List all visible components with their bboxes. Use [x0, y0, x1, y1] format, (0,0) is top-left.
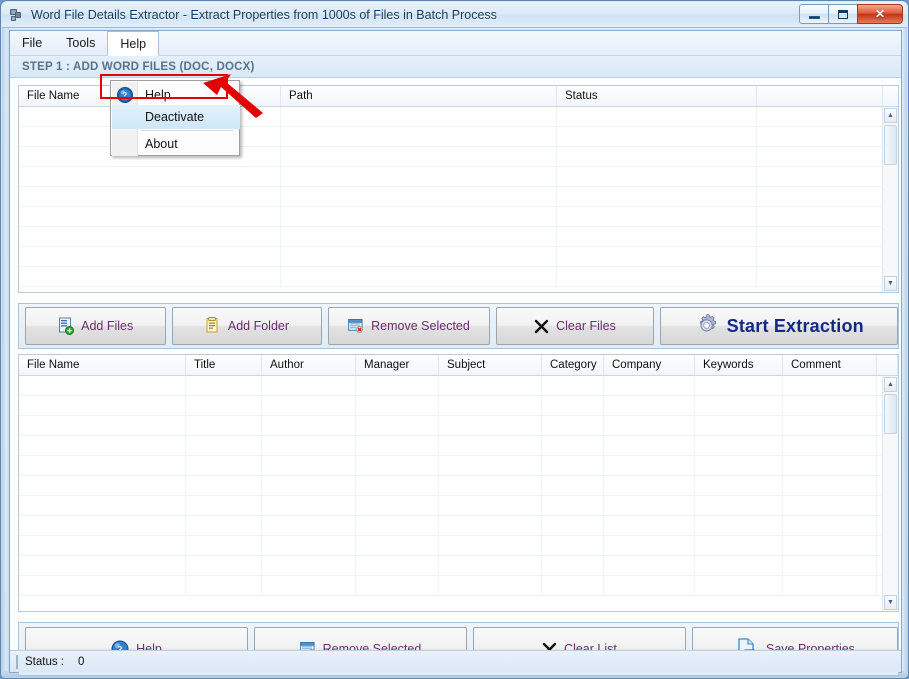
menu-item-deactivate-label: Deactivate: [145, 110, 205, 124]
column-header-path[interactable]: Path: [281, 86, 557, 106]
status-bar: Status : 0: [10, 650, 901, 672]
table-row[interactable]: [19, 187, 898, 207]
file-action-toolbar: Add Files Add Folder Remove Selected Cle…: [18, 303, 899, 349]
add-folder-button[interactable]: Add Folder: [172, 307, 322, 345]
properties-grid-body[interactable]: ▲ ▼: [19, 376, 898, 611]
file-list-scrollbar[interactable]: ▲ ▼: [882, 107, 898, 292]
application-window: Word File Details Extractor - Extract Pr…: [0, 0, 909, 679]
properties-grid[interactable]: File Name Title Author Manager Subject C…: [18, 354, 899, 612]
minimize-button[interactable]: [799, 4, 829, 24]
app-icon: [9, 7, 25, 23]
left-window-edge: [2, 28, 9, 673]
gear-icon: [699, 314, 716, 332]
menu-item-about-label: About: [145, 137, 178, 151]
maximize-icon: [838, 9, 848, 19]
clear-files-label: Clear Files: [556, 319, 616, 333]
column-header-company[interactable]: Company: [604, 355, 695, 375]
client-area: File Tools Help STEP 1 : ADD WORD FILES …: [9, 30, 902, 676]
column-header-filler: [757, 86, 883, 106]
menu-help[interactable]: Help: [107, 31, 160, 56]
start-extraction-button[interactable]: Start Extraction: [659, 307, 898, 345]
start-extraction-label: Start Extraction: [726, 315, 864, 336]
scrollbar-thumb[interactable]: [884, 394, 897, 434]
scroll-down-icon[interactable]: ▼: [884, 276, 897, 291]
scrollbar-thumb[interactable]: [884, 125, 897, 165]
column-header-author[interactable]: Author: [262, 355, 356, 375]
table-row[interactable]: [19, 456, 898, 476]
table-row[interactable]: [19, 267, 898, 287]
clear-icon: [534, 319, 549, 333]
window-controls: ✕: [799, 4, 903, 24]
table-row[interactable]: [19, 247, 898, 267]
menu-bar: File Tools Help: [10, 31, 901, 56]
scroll-up-icon[interactable]: ▲: [884, 377, 897, 392]
column-header-comment[interactable]: Comment: [783, 355, 877, 375]
properties-grid-header: File Name Title Author Manager Subject C…: [19, 355, 898, 376]
menu-item-about[interactable]: About: [112, 131, 240, 157]
status-label: Status :: [25, 655, 64, 668]
remove-selected-icon: [348, 319, 364, 333]
add-files-button[interactable]: Add Files: [25, 307, 167, 345]
annotation-arrow-icon: [203, 74, 263, 118]
add-files-icon: [59, 317, 75, 335]
column-header-title[interactable]: Title: [186, 355, 262, 375]
remove-selected-label: Remove Selected: [371, 319, 470, 333]
table-row[interactable]: [19, 476, 898, 496]
table-row[interactable]: [19, 516, 898, 536]
add-files-label: Add Files: [81, 319, 134, 333]
scroll-down-icon[interactable]: ▼: [884, 595, 897, 610]
table-row[interactable]: [19, 496, 898, 516]
menu-file[interactable]: File: [10, 31, 54, 55]
column-header-manager[interactable]: Manager: [356, 355, 439, 375]
column-header-filler: [877, 355, 898, 375]
minimize-icon: [808, 15, 820, 19]
clear-files-button[interactable]: Clear Files: [496, 307, 654, 345]
window-title: Word File Details Extractor - Extract Pr…: [31, 7, 497, 22]
table-row[interactable]: [19, 227, 898, 247]
table-row[interactable]: [19, 556, 898, 576]
properties-grid-scrollbar[interactable]: ▲ ▼: [882, 376, 898, 611]
maximize-button[interactable]: [828, 4, 858, 24]
column-header-keywords[interactable]: Keywords: [695, 355, 783, 375]
table-row[interactable]: [19, 416, 898, 436]
remove-selected-button[interactable]: Remove Selected: [327, 307, 491, 345]
status-bar-content: Status : 0: [16, 654, 85, 669]
column-header-subject[interactable]: Subject: [439, 355, 542, 375]
table-row[interactable]: [19, 376, 898, 396]
column-header-category[interactable]: Category: [542, 355, 604, 375]
table-row[interactable]: [19, 396, 898, 416]
menu-tools[interactable]: Tools: [54, 31, 107, 55]
column-header-file-name[interactable]: File Name: [19, 355, 186, 375]
scroll-up-icon[interactable]: ▲: [884, 108, 897, 123]
column-header-status[interactable]: Status: [557, 86, 757, 106]
add-folder-label: Add Folder: [227, 319, 290, 333]
table-row[interactable]: [19, 207, 898, 227]
table-row[interactable]: [19, 436, 898, 456]
table-row[interactable]: [19, 576, 898, 596]
table-row[interactable]: [19, 167, 898, 187]
table-row[interactable]: [19, 536, 898, 556]
close-button[interactable]: ✕: [857, 4, 903, 24]
title-bar: Word File Details Extractor - Extract Pr…: [2, 2, 907, 28]
status-value: 0: [78, 655, 85, 668]
add-folder-icon: [206, 317, 218, 333]
